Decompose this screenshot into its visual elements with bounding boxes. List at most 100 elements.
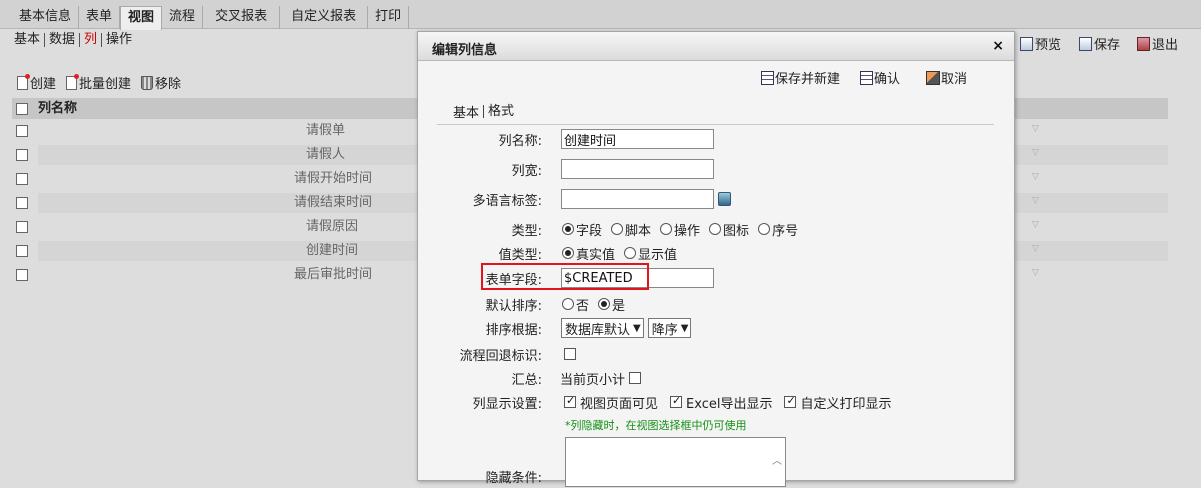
row-sort-icon[interactable] <box>1032 124 1042 134</box>
cancel-icon <box>926 70 941 85</box>
tab-view[interactable]: 视图 <box>120 6 163 30</box>
type-option-script[interactable]: 脚本 <box>606 220 651 239</box>
sort-yes-radio[interactable] <box>598 298 611 310</box>
row-checkbox[interactable] <box>16 197 28 209</box>
type-option-field[interactable]: 字段 <box>557 220 602 239</box>
excel-export-checkbox[interactable] <box>670 394 683 408</box>
sort-order-select[interactable]: 降序 ▼ <box>647 318 692 338</box>
confirm-button[interactable]: 确认 <box>860 68 900 87</box>
row-sort-icon[interactable] <box>1032 148 1042 158</box>
subnav-basic[interactable]: 基本 <box>14 33 46 47</box>
default-sort-no[interactable]: 否 <box>557 295 589 314</box>
type-action-radio[interactable] <box>660 223 673 235</box>
save-button[interactable]: 保存 <box>1079 34 1120 53</box>
row-flow-back: 流程回退标识: <box>418 342 1016 366</box>
summary-label: 汇总: <box>511 372 542 388</box>
sort-no-radio[interactable] <box>562 298 574 310</box>
row-sort-basis: 排序根据: 数据库默认 ▼ 降序 ▼ <box>418 316 1016 340</box>
value-type-real[interactable]: 真实值 <box>557 244 615 263</box>
row-summary: 汇总: 当前页小计 <box>418 366 1016 390</box>
tab-format[interactable]: 格式 <box>483 104 518 118</box>
display-settings-label: 列显示设置: <box>472 396 542 412</box>
type-script-radio[interactable] <box>611 223 624 235</box>
row-checkbox[interactable] <box>16 173 28 185</box>
row-sort-icon[interactable] <box>1032 220 1042 230</box>
default-sort-yes[interactable]: 是 <box>593 295 625 314</box>
page-subtotal-checkbox[interactable] <box>629 372 642 384</box>
flow-back-checkbox[interactable] <box>564 348 576 360</box>
tab-custom-report[interactable]: 自定义报表 <box>280 6 369 29</box>
row-checkbox[interactable] <box>16 245 28 257</box>
i18n-label: 多语言标签: <box>472 193 542 209</box>
value-type-label: 值类型: <box>498 247 542 263</box>
type-option-seq[interactable]: 序号 <box>753 220 798 239</box>
value-display-radio[interactable] <box>624 247 637 259</box>
exit-button[interactable]: 退出 <box>1137 34 1178 53</box>
preview-icon <box>1020 36 1033 51</box>
tab-basic-info[interactable]: 基本信息 <box>12 6 80 29</box>
row-default-sort: 默认排序: 否 是 <box>418 292 1016 316</box>
subnav-column[interactable]: 列 <box>84 33 103 47</box>
row-value-type: 值类型: 真实值 显示值 <box>418 241 1016 265</box>
type-option-action[interactable]: 操作 <box>655 220 700 239</box>
i18n-input[interactable] <box>561 189 714 209</box>
batch-create-button[interactable]: 批量创建 <box>66 73 131 92</box>
custom-print-checkbox[interactable] <box>784 394 797 408</box>
row-sort-icon[interactable] <box>1032 268 1042 278</box>
select-all-checkbox[interactable] <box>16 102 28 115</box>
sub-nav: 基本 数据 列 操作 <box>14 33 140 47</box>
row-sort-icon[interactable] <box>1032 172 1042 182</box>
subnav-action[interactable]: 操作 <box>106 33 136 47</box>
column-name-input[interactable] <box>561 129 714 149</box>
dialog-titlebar[interactable]: 编辑列信息 × <box>418 32 1014 61</box>
close-icon[interactable]: × <box>992 38 1004 54</box>
grid-toolbar: 创建 批量创建 移除 <box>17 73 191 92</box>
new-doc-icon <box>17 73 30 90</box>
row-column-width: 列宽: <box>418 157 1016 181</box>
type-icon-radio[interactable] <box>709 223 722 235</box>
type-label: 类型: <box>511 223 542 239</box>
preview-button[interactable]: 预览 <box>1020 34 1061 53</box>
row-sort-icon[interactable] <box>1032 196 1042 206</box>
type-option-icon[interactable]: 图标 <box>704 220 749 239</box>
dialog-actions: 保存并新建 确认 取消 <box>761 68 987 87</box>
tab-flow[interactable]: 流程 <box>162 6 204 29</box>
row-hide-condition: 隐藏条件: <box>418 464 1016 488</box>
view-visible-checkbox[interactable] <box>564 394 576 408</box>
type-field-radio[interactable] <box>562 223 574 235</box>
create-button[interactable]: 创建 <box>17 73 56 92</box>
column-width-label: 列宽: <box>511 163 542 179</box>
dialog-subtabs: 基本 格式 <box>437 98 994 125</box>
save-and-new-button[interactable]: 保存并新建 <box>761 68 840 87</box>
subnav-data[interactable]: 数据 <box>49 33 81 47</box>
row-checkbox[interactable] <box>16 221 28 233</box>
tab-cross-report[interactable]: 交叉报表 <box>203 6 281 29</box>
edit-column-dialog: 编辑列信息 × 保存并新建 确认 取消 基本 格式 列名称: 列宽: 多语言标签… <box>417 31 1016 487</box>
tab-basic[interactable]: 基本 <box>437 102 483 121</box>
type-seq-radio[interactable] <box>758 223 771 235</box>
column-width-input[interactable] <box>561 159 714 179</box>
default-sort-label: 默认排序: <box>485 298 542 314</box>
row-type: 类型: 字段 脚本 操作 图标 序号 <box>418 217 1016 241</box>
exit-icon <box>1137 36 1150 51</box>
flow-back-label: 流程回退标识: <box>459 348 542 364</box>
value-type-display[interactable]: 显示值 <box>619 244 677 263</box>
row-checkbox[interactable] <box>16 125 28 137</box>
tab-form[interactable]: 表单 <box>79 6 121 29</box>
remove-button[interactable]: 移除 <box>141 73 181 92</box>
row-checkbox[interactable] <box>16 269 28 281</box>
top-tab-bar: 基本信息 表单 视图 流程 交叉报表 自定义报表 打印 <box>0 0 1201 30</box>
tab-print[interactable]: 打印 <box>368 6 410 29</box>
save-icon <box>1079 36 1092 51</box>
dialog-title: 编辑列信息 <box>432 43 498 58</box>
sort-basis-select[interactable]: 数据库默认 ▼ <box>561 318 644 338</box>
row-sort-icon[interactable] <box>1032 244 1042 254</box>
confirm-icon <box>860 70 874 85</box>
page-subtotal-label: 当前页小计 <box>560 372 626 388</box>
value-real-radio[interactable] <box>562 247 574 259</box>
language-icon[interactable] <box>718 192 731 206</box>
cancel-button[interactable]: 取消 <box>926 68 967 87</box>
hide-condition-label: 隐藏条件: <box>485 470 542 486</box>
chevron-down-icon: ▼ <box>633 322 641 334</box>
row-checkbox[interactable] <box>16 149 28 161</box>
